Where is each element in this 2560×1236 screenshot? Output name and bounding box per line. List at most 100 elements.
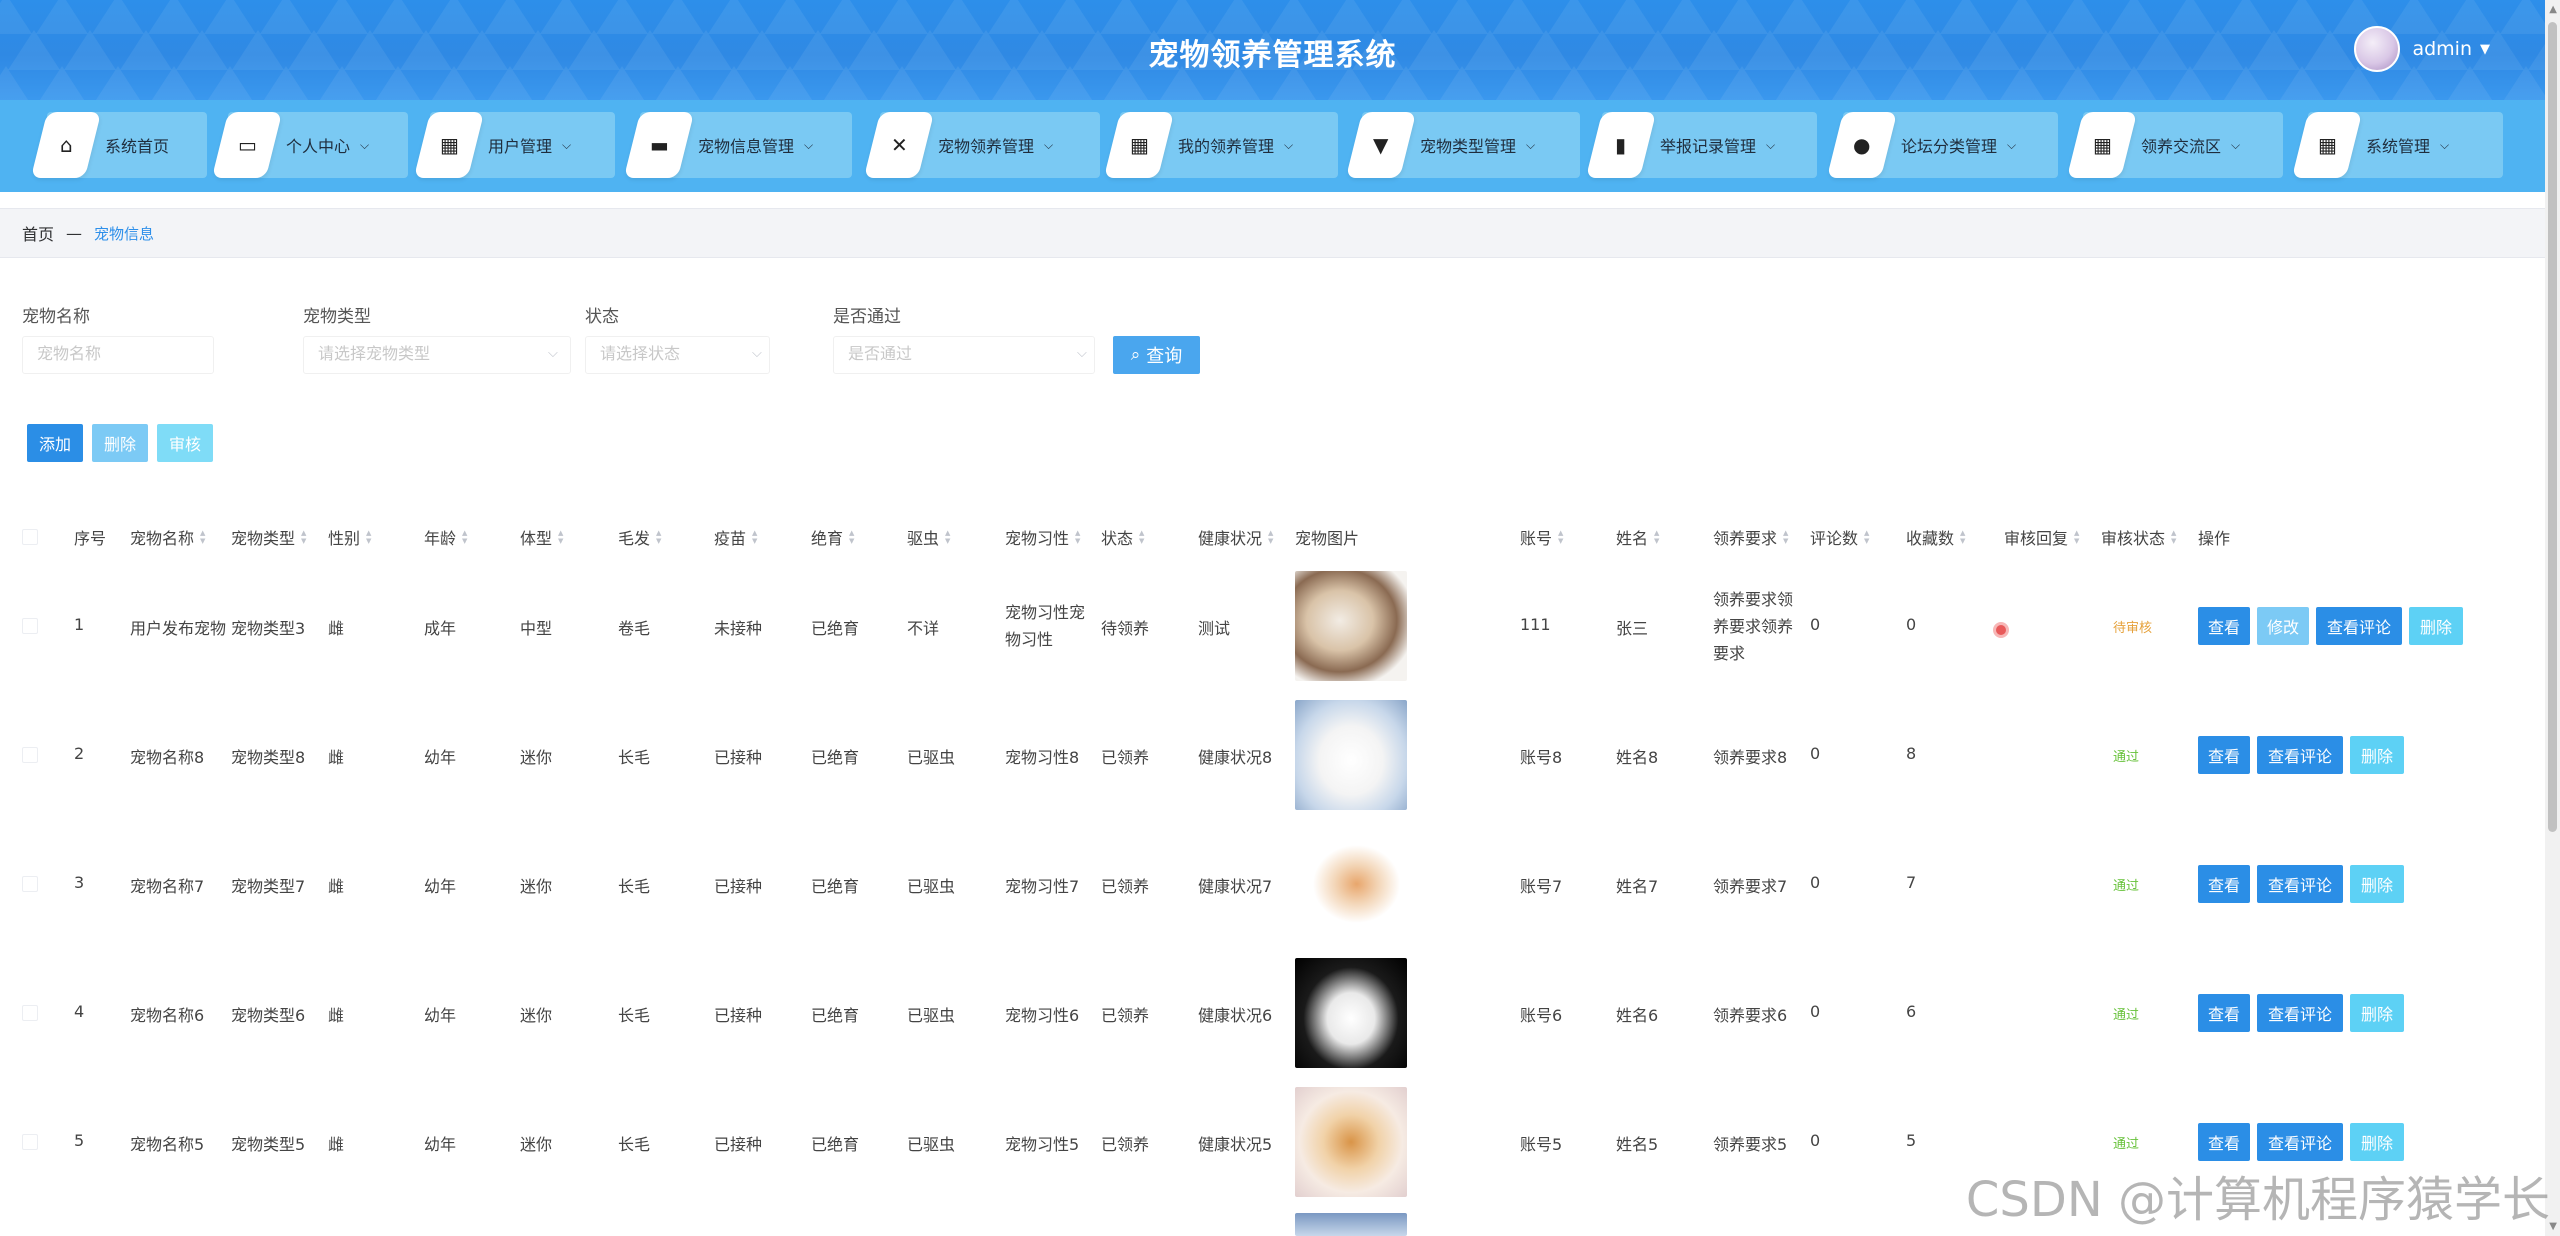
pass-select[interactable] bbox=[833, 336, 1095, 374]
nav-item-6[interactable]: ▼ 宠物类型管理 ⌵ bbox=[1345, 112, 1580, 178]
column-header-label: 序号 bbox=[74, 529, 107, 548]
sort-caret-icon[interactable]: ▲ ▼ bbox=[849, 529, 854, 545]
scroll-down-icon[interactable]: ▼ bbox=[2549, 1221, 2557, 1232]
sort-caret-icon[interactable]: ▲ ▼ bbox=[200, 529, 205, 545]
pet-photo[interactable] bbox=[1295, 700, 1407, 810]
sort-caret-icon[interactable]: ▲ ▼ bbox=[1139, 529, 1144, 545]
pet-photo[interactable] bbox=[1295, 1087, 1407, 1197]
delete-button[interactable]: 删除 bbox=[2350, 865, 2404, 903]
column-header[interactable]: 体型 ▲ ▼ bbox=[520, 525, 563, 549]
column-header-label: 宠物名称 bbox=[130, 529, 195, 548]
delete-button[interactable]: 删除 bbox=[2350, 994, 2404, 1032]
column-header[interactable]: 性别 ▲ ▼ bbox=[328, 525, 371, 549]
scroll-up-icon[interactable]: ▲ bbox=[2549, 4, 2557, 15]
column-header[interactable]: 毛发 ▲ ▼ bbox=[618, 525, 661, 549]
view-button[interactable]: 查看 bbox=[2198, 865, 2250, 903]
nav-item-10[interactable]: ▦ 系统管理 ⌵ bbox=[2291, 112, 2503, 178]
view-button[interactable]: 查看 bbox=[2198, 736, 2250, 774]
sort-caret-icon[interactable]: ▲ ▼ bbox=[1268, 529, 1273, 545]
delete-button[interactable]: 删除 bbox=[2409, 607, 2463, 645]
column-header[interactable]: 姓名 ▲ ▼ bbox=[1616, 525, 1659, 549]
delete-button[interactable]: 删除 bbox=[2350, 736, 2404, 774]
pet-type-select[interactable] bbox=[303, 336, 571, 374]
column-header[interactable]: 驱虫 ▲ ▼ bbox=[907, 525, 950, 549]
nav-item-8[interactable]: ● 论坛分类管理 ⌵ bbox=[1826, 112, 2058, 178]
sort-caret-icon[interactable]: ▲ ▼ bbox=[1960, 529, 1965, 545]
view-button[interactable]: 查看 bbox=[2198, 994, 2250, 1032]
column-header[interactable]: 健康状况 ▲ ▼ bbox=[1198, 525, 1273, 549]
pet-name-input[interactable] bbox=[22, 336, 214, 374]
nav-item-7[interactable]: ▮ 举报记录管理 ⌵ bbox=[1585, 112, 1817, 178]
sort-caret-icon[interactable]: ▲ ▼ bbox=[558, 529, 563, 545]
view-comments-button[interactable]: 查看评论 bbox=[2257, 865, 2343, 903]
row-checkbox[interactable] bbox=[22, 618, 38, 634]
nav-item-1[interactable]: ▭ 个人中心 ⌵ bbox=[211, 112, 408, 178]
column-header[interactable]: 宠物类型 ▲ ▼ bbox=[231, 525, 306, 549]
row-checkbox[interactable] bbox=[22, 747, 38, 763]
pet-photo[interactable] bbox=[1295, 571, 1407, 681]
view-button[interactable]: 查看 bbox=[2198, 1123, 2250, 1161]
select-all-checkbox[interactable] bbox=[22, 529, 38, 545]
sort-caret-icon[interactable]: ▲ ▼ bbox=[656, 529, 661, 545]
status-select[interactable] bbox=[585, 336, 770, 374]
column-header[interactable]: 疫苗 ▲ ▼ bbox=[714, 525, 757, 549]
nav-item-9[interactable]: ▦ 领养交流区 ⌵ bbox=[2066, 112, 2283, 178]
sort-caret-icon[interactable]: ▲ ▼ bbox=[945, 529, 950, 545]
view-comments-button[interactable]: 查看评论 bbox=[2316, 607, 2402, 645]
sort-caret-icon[interactable]: ▲ ▼ bbox=[1783, 529, 1788, 545]
breadcrumb-home[interactable]: 首页 bbox=[22, 221, 54, 245]
sort-caret-icon[interactable]: ▲ ▼ bbox=[1864, 529, 1869, 545]
username[interactable]: admin bbox=[2412, 38, 2472, 60]
audit-button[interactable]: 审核 bbox=[157, 424, 213, 462]
delete-button[interactable]: 删除 bbox=[2350, 1123, 2404, 1161]
sort-caret-icon[interactable]: ▲ ▼ bbox=[752, 529, 757, 545]
view-button[interactable]: 查看 bbox=[2198, 607, 2250, 645]
sort-caret-icon[interactable]: ▲ ▼ bbox=[1075, 529, 1080, 545]
sort-caret-icon[interactable]: ▲ ▼ bbox=[1654, 529, 1659, 545]
nav-item-4[interactable]: ✕ 宠物领养管理 ⌵ bbox=[863, 112, 1100, 178]
cell-size: 中型 bbox=[520, 619, 553, 638]
sort-caret-icon[interactable]: ▲ ▼ bbox=[2074, 529, 2079, 545]
sort-caret-icon[interactable]: ▲ ▼ bbox=[462, 529, 467, 545]
batch-delete-button[interactable]: 删除 bbox=[92, 424, 148, 462]
column-header[interactable]: 领养要求 ▲ ▼ bbox=[1713, 525, 1788, 549]
sort-caret-icon[interactable]: ▲ ▼ bbox=[1558, 529, 1563, 545]
header-pattern bbox=[428, 0, 480, 34]
view-comments-button[interactable]: 查看评论 bbox=[2257, 1123, 2343, 1161]
sort-caret-icon[interactable]: ▲ ▼ bbox=[2171, 529, 2176, 545]
pet-photo[interactable] bbox=[1295, 1213, 1407, 1236]
column-header[interactable]: 宠物习性 ▲ ▼ bbox=[1005, 525, 1080, 549]
user-menu[interactable]: admin ▼ bbox=[2354, 26, 2490, 72]
column-header[interactable]: 账号 ▲ ▼ bbox=[1520, 525, 1563, 549]
nav-item-0[interactable]: ⌂ 系统首页 bbox=[30, 112, 207, 178]
edit-button[interactable]: 修改 bbox=[2257, 607, 2309, 645]
nav-item-5[interactable]: ▦ 我的领养管理 ⌵ bbox=[1103, 112, 1338, 178]
sort-caret-icon[interactable]: ▲ ▼ bbox=[366, 529, 371, 545]
view-comments-button[interactable]: 查看评论 bbox=[2257, 994, 2343, 1032]
column-header[interactable]: 宠物名称 ▲ ▼ bbox=[130, 525, 205, 549]
caret-down-icon[interactable]: ▼ bbox=[2480, 42, 2490, 57]
column-header[interactable]: 收藏数 ▲ ▼ bbox=[1906, 525, 1965, 549]
column-header[interactable]: 年龄 ▲ ▼ bbox=[424, 525, 467, 549]
nav-item-2[interactable]: ▦ 用户管理 ⌵ bbox=[413, 112, 615, 178]
scrollbar[interactable]: ▲ ▼ bbox=[2545, 0, 2560, 1236]
nav-item-3[interactable]: ▬ 宠物信息管理 ⌵ bbox=[623, 112, 852, 178]
row-checkbox[interactable] bbox=[22, 876, 38, 892]
column-header[interactable]: 审核状态 ▲ ▼ bbox=[2101, 525, 2176, 549]
cell-neuter: 已绝育 bbox=[811, 748, 860, 767]
pet-photo[interactable] bbox=[1295, 958, 1407, 1068]
pet-photo[interactable] bbox=[1295, 829, 1407, 939]
sort-caret-icon[interactable]: ▲ ▼ bbox=[301, 529, 306, 545]
cell-status: 已领养 bbox=[1101, 748, 1150, 767]
add-button[interactable]: 添加 bbox=[27, 424, 83, 462]
view-comments-button[interactable]: 查看评论 bbox=[2257, 736, 2343, 774]
column-header[interactable]: 审核回复 ▲ ▼ bbox=[2004, 525, 2079, 549]
row-checkbox[interactable] bbox=[22, 1005, 38, 1021]
query-button[interactable]: ⌕ 查询 bbox=[1113, 336, 1200, 374]
column-header[interactable]: 状态 ▲ ▼ bbox=[1101, 525, 1144, 549]
column-header[interactable]: 评论数 ▲ ▼ bbox=[1810, 525, 1869, 549]
row-checkbox[interactable] bbox=[22, 1134, 38, 1150]
avatar[interactable] bbox=[2354, 26, 2401, 72]
column-header[interactable]: 绝育 ▲ ▼ bbox=[811, 525, 854, 549]
scrollbar-thumb[interactable] bbox=[2548, 22, 2557, 832]
